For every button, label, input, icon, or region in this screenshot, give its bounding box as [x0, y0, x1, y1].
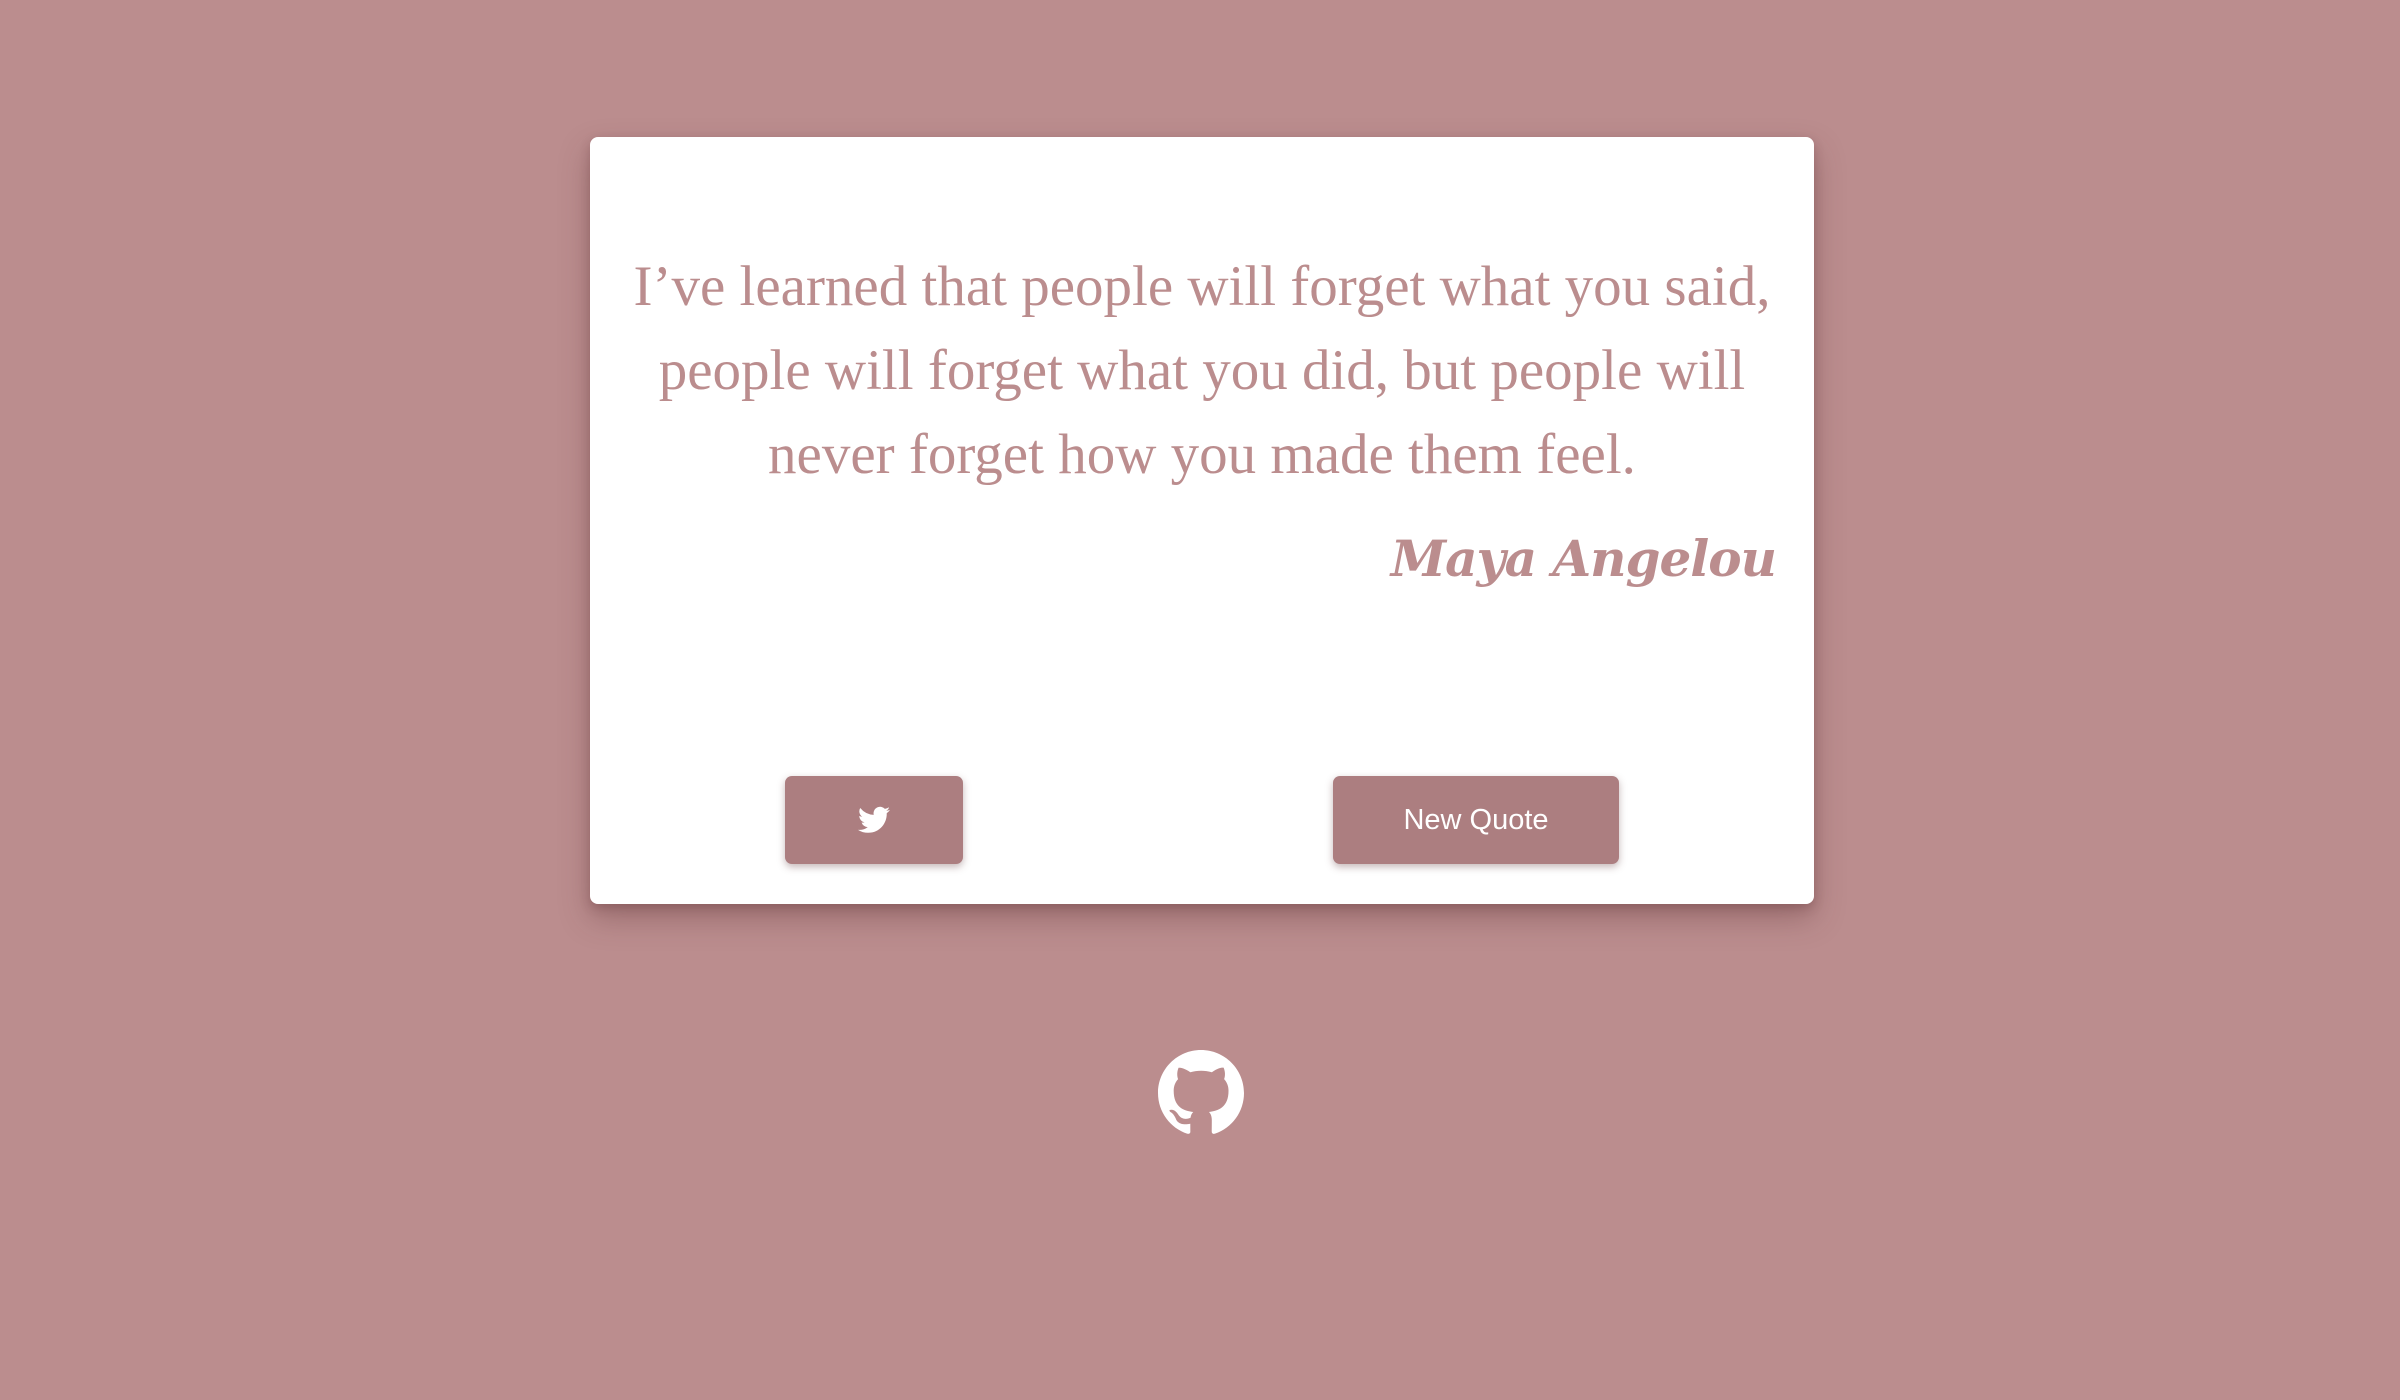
quote-box: I’ve learned that people will forget wha… [590, 137, 1814, 904]
github-link[interactable] [1158, 1050, 1244, 1136]
quote-text: I’ve learned that people will forget wha… [633, 255, 1771, 486]
github-icon [1158, 1050, 1244, 1136]
quote-author: Maya Angelou [1390, 529, 1777, 588]
new-quote-button[interactable]: New Quote [1333, 776, 1619, 864]
page: I’ve learned that people will forget wha… [0, 0, 2400, 1400]
twitter-icon [858, 806, 890, 834]
tweet-quote-button[interactable] [785, 776, 963, 864]
